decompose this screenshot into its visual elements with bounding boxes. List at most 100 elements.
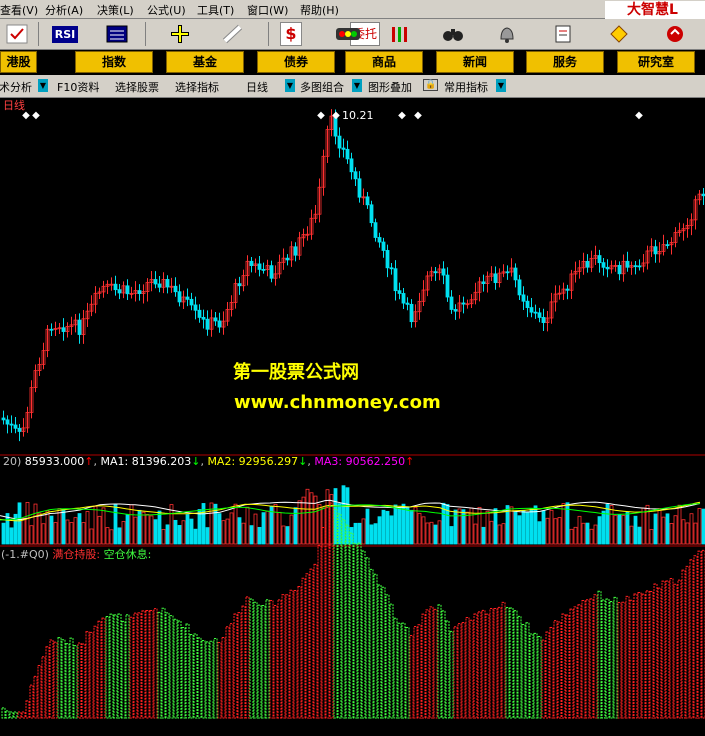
ma1-value: MA1: 81396.203: [100, 455, 192, 468]
volume-bar: [77, 513, 82, 545]
indicator-bar: [465, 616, 470, 719]
volume-bar: [685, 522, 690, 545]
indicator-bar: [461, 621, 466, 719]
stock-chart[interactable]: ◆ ◆ ◆ ◆ ◆ ◆ ◆: [0, 98, 705, 736]
menu-view[interactable]: 查看(V): [0, 2, 38, 18]
volume-bar: [429, 521, 434, 545]
menu-window[interactable]: 窗口(W): [247, 2, 288, 18]
volume-bar: [141, 511, 146, 545]
indicator-bar: [689, 559, 694, 719]
lock-icon[interactable]: 🔒: [423, 79, 439, 91]
cross-icon[interactable]: [165, 22, 195, 46]
nav-bond[interactable]: 债券: [257, 51, 335, 73]
dollar-icon[interactable]: $: [280, 22, 302, 46]
indicator-bar: [65, 643, 70, 719]
indicator-bar: [617, 601, 622, 719]
menu-formula[interactable]: 公式(U): [147, 2, 186, 18]
nav-commodity[interactable]: 商品: [345, 51, 423, 73]
volume-bar: [81, 522, 86, 545]
nav-service[interactable]: 服务: [526, 51, 604, 73]
bars-icon[interactable]: [385, 22, 415, 46]
overlay-button[interactable]: 图形叠加: [368, 79, 412, 95]
traffic-light-icon[interactable]: [333, 22, 363, 46]
indicator-dropdown-icon[interactable]: ▼: [496, 79, 506, 92]
multi-chart-dropdown-icon[interactable]: ▼: [352, 79, 362, 92]
indicator-bar: [81, 643, 86, 719]
menu-decision[interactable]: 决策(L): [97, 2, 134, 18]
candle-body: [533, 311, 538, 314]
menu-tools[interactable]: 工具(T): [197, 2, 234, 18]
volume-bar: [265, 510, 270, 545]
indicator-bar: [425, 609, 430, 719]
dropdown-arrow-icon[interactable]: ▼: [38, 79, 48, 92]
select-indicator-button[interactable]: 选择指标: [175, 79, 219, 95]
nav-fund[interactable]: 基金: [166, 51, 244, 73]
nav-news[interactable]: 新闻: [436, 51, 514, 73]
volume-bar: [257, 526, 262, 545]
candle-body: [201, 317, 206, 320]
period-button[interactable]: 日线: [246, 79, 268, 95]
tech-analysis-button[interactable]: 技术分析: [0, 79, 32, 95]
volume-bar: [513, 511, 518, 545]
volume-bar: [537, 521, 542, 545]
volume-bar: [29, 525, 34, 545]
indicator-bar: [317, 544, 322, 719]
menu-help[interactable]: 帮助(H): [300, 2, 339, 18]
chat-icon[interactable]: [660, 22, 690, 46]
diamond-icon[interactable]: [604, 22, 634, 46]
check-icon[interactable]: [2, 22, 32, 46]
candle-body: [185, 296, 190, 300]
volume-bar: [589, 528, 594, 545]
indicator-bar: [525, 622, 530, 719]
common-indicator-button[interactable]: 常用指标: [444, 79, 488, 95]
rsi-button[interactable]: RSI: [50, 22, 80, 46]
menu-analysis[interactable]: 分析(A): [45, 2, 83, 18]
indicator-bar: [669, 577, 674, 719]
signal-marker: ◆: [317, 110, 325, 121]
notepad-icon[interactable]: [548, 22, 578, 46]
indicator-bar: [457, 623, 462, 719]
indicator-bar: [305, 573, 310, 719]
indicator-bar: [249, 598, 254, 719]
volume-bar: [297, 500, 302, 545]
multi-chart-button[interactable]: 多图组合: [300, 79, 344, 95]
volume-bar: [381, 509, 386, 545]
volume-bar: [633, 515, 638, 545]
indicator-bar: [377, 584, 382, 719]
ruler-icon[interactable]: [218, 22, 248, 46]
indicator-bar: [129, 616, 134, 719]
indicator-bar: [473, 613, 478, 719]
nav-index[interactable]: 指数: [75, 51, 153, 73]
binoculars-icon[interactable]: [438, 22, 468, 46]
indicator-bar: [189, 633, 194, 719]
watermark-title: 第一股票公式网: [233, 362, 359, 383]
nav-research[interactable]: 研究室: [617, 51, 695, 73]
volume-bar: [405, 506, 410, 545]
ma2-value: MA2: 92956.297: [207, 455, 299, 468]
indicator-bar: [261, 604, 266, 719]
indicator-bar: [373, 573, 378, 719]
indicator-bar: [497, 606, 502, 719]
f10-button[interactable]: F10资料: [57, 79, 99, 95]
period-dropdown-icon[interactable]: ▼: [285, 79, 295, 92]
volume-bar: [641, 507, 646, 545]
bell-icon[interactable]: [492, 22, 522, 46]
volume-bar: [425, 522, 430, 545]
grid-icon[interactable]: [102, 22, 132, 46]
indicator-bar: [609, 600, 614, 719]
nav-hk-stocks[interactable]: 港股: [0, 51, 37, 73]
volume-bar: [605, 503, 610, 545]
candle-body: [13, 424, 18, 429]
candle-body: [369, 204, 374, 224]
volume-bar: [569, 528, 574, 545]
indicator-bar: [361, 550, 366, 719]
volume-bar: [409, 509, 414, 545]
volume-bar: [53, 522, 58, 545]
select-stock-button[interactable]: 选择股票: [115, 79, 159, 95]
volume-bar: [37, 512, 42, 545]
indicator-bar: [417, 624, 422, 719]
candle-body: [517, 279, 522, 296]
indicator-bar: [205, 641, 210, 719]
candle-body: [49, 328, 54, 331]
indicator-bar: [409, 635, 414, 719]
